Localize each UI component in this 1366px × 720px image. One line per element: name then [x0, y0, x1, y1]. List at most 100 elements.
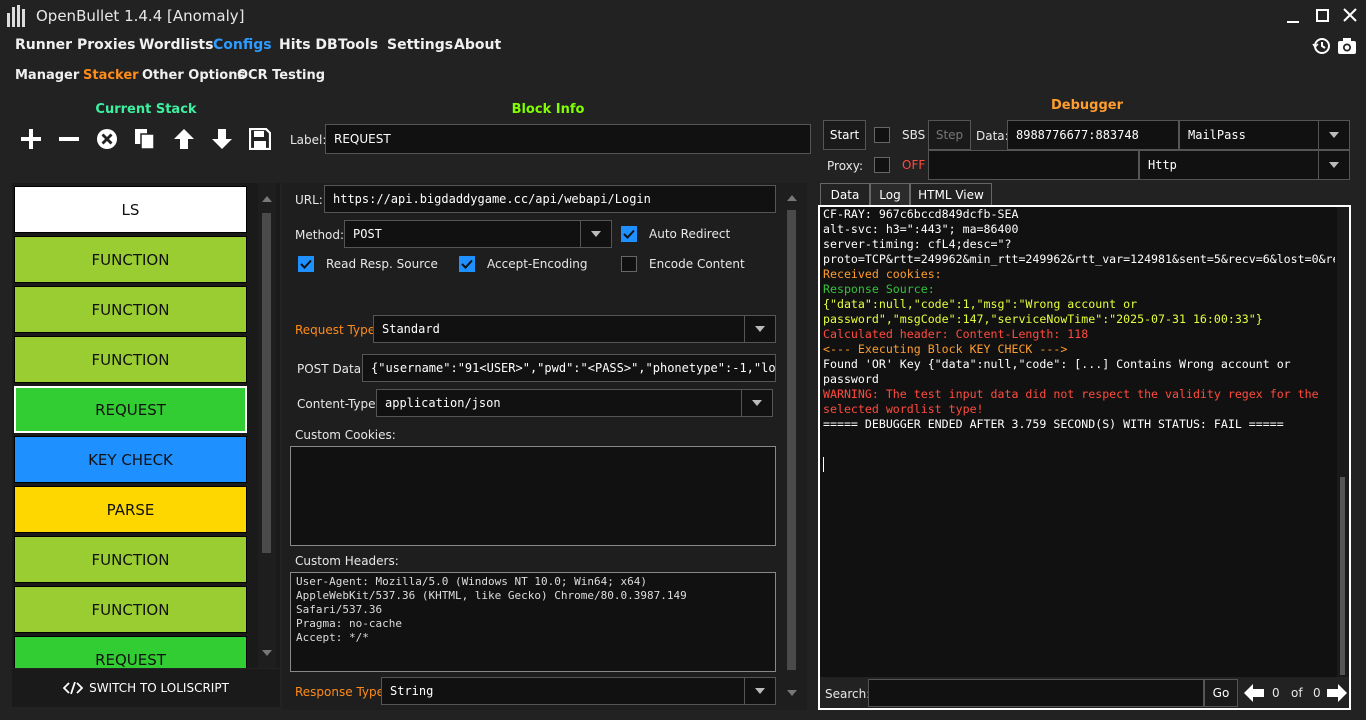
- stack-block[interactable]: LS: [14, 186, 247, 233]
- menu-tools[interactable]: Tools: [338, 37, 378, 53]
- move-down-icon: [212, 129, 232, 149]
- proxy-checkbox[interactable]: [874, 157, 890, 173]
- log-scrollbar[interactable]: [1337, 207, 1349, 677]
- submenu-ocr-testing[interactable]: OCR Testing: [237, 68, 325, 83]
- maximize-button[interactable]: [1309, 4, 1335, 28]
- accept-encoding-checkbox[interactable]: [459, 256, 475, 272]
- check-icon: [461, 259, 473, 269]
- tab-data[interactable]: Data: [820, 183, 870, 205]
- camera-icon[interactable]: [1336, 36, 1358, 56]
- wordlist-type-value: MailPass: [1188, 128, 1246, 142]
- submenu-stacker[interactable]: Stacker: [83, 68, 139, 83]
- log-line: CF-RAY: 967c6bccd849dcfb-SEA: [823, 207, 1019, 221]
- response-type-select[interactable]: String: [381, 677, 776, 705]
- stack-block[interactable]: KEY CHECK: [14, 436, 247, 483]
- proxy-input[interactable]: [928, 150, 1139, 180]
- method-select[interactable]: POST: [344, 220, 612, 248]
- sbs-label: SBS: [902, 128, 926, 142]
- proxy-type-select[interactable]: Http: [1139, 150, 1350, 180]
- debugger-title: Debugger: [1050, 98, 1123, 113]
- url-input[interactable]: https://api.bigdaddygame.cc/api/webapi/L…: [324, 185, 776, 213]
- tab-html-view[interactable]: HTML View: [910, 183, 992, 205]
- scroll-thumb[interactable]: [262, 213, 271, 553]
- scroll-down-icon[interactable]: [787, 690, 797, 696]
- minimize-button[interactable]: [1280, 4, 1306, 28]
- menu-runner[interactable]: Runner: [15, 37, 72, 53]
- custom-headers-textarea[interactable]: User-Agent: Mozilla/5.0 (Windows NT 10.0…: [290, 572, 776, 672]
- log-line: alt-svc: h3=":443"; ma=86400: [823, 222, 1019, 236]
- stack-block[interactable]: FUNCTION: [14, 586, 247, 633]
- submenu-other-options[interactable]: Other Options: [142, 68, 245, 83]
- history-icon[interactable]: [1311, 36, 1333, 56]
- match-of: of: [1291, 686, 1303, 700]
- current-stack-title: Current Stack: [95, 102, 197, 117]
- submenu-manager[interactable]: Manager: [15, 68, 79, 83]
- request-type-select[interactable]: Standard: [373, 315, 776, 343]
- log-line: Found 'OR' Key {"data":null,"code": [...…: [823, 357, 1298, 386]
- stack-block[interactable]: PARSE: [14, 486, 247, 533]
- wordlist-type-select[interactable]: MailPass: [1179, 120, 1350, 150]
- chevron-down-icon: [741, 390, 772, 416]
- stack-block[interactable]: FUNCTION: [14, 236, 247, 283]
- stack-block[interactable]: FUNCTION: [14, 286, 247, 333]
- response-type-value: String: [390, 684, 434, 698]
- menu-proxies[interactable]: Proxies: [77, 37, 135, 53]
- custom-headers-caption: Custom Headers:: [295, 554, 399, 568]
- method-value: POST: [353, 227, 382, 241]
- clear-blocks-button[interactable]: [92, 124, 122, 154]
- scroll-up-icon[interactable]: [262, 196, 272, 202]
- switch-to-loliscript-button[interactable]: SWITCH TO LOLISCRIPT: [12, 669, 280, 707]
- scroll-thumb[interactable]: [787, 210, 796, 670]
- block-stack-list: LS FUNCTION FUNCTION FUNCTION REQUEST KEY CHE…: [12, 183, 280, 668]
- encode-content-checkbox[interactable]: [621, 256, 637, 272]
- auto-redirect-checkbox[interactable]: [621, 226, 637, 242]
- stack-block[interactable]: FUNCTION: [14, 336, 247, 383]
- log-line: Received cookies:: [823, 267, 942, 281]
- close-button[interactable]: [1337, 4, 1363, 28]
- arrow-right-icon: [1327, 684, 1347, 702]
- menu-about[interactable]: About: [454, 37, 501, 53]
- menu-settings[interactable]: Settings: [387, 37, 453, 53]
- block-info-title: Block Info: [511, 102, 585, 117]
- move-down-button[interactable]: [207, 124, 237, 154]
- add-block-button[interactable]: [16, 124, 46, 154]
- log-output[interactable]: CF-RAY: 967c6bccd849dcfb-SEA alt-svc: h3=…: [823, 207, 1335, 475]
- url-caption: URL:: [295, 193, 323, 207]
- menu-hits-db[interactable]: Hits DB: [279, 37, 338, 53]
- scroll-up-icon[interactable]: [787, 195, 797, 201]
- request-type-caption: Request Type:: [295, 323, 380, 337]
- sbs-checkbox[interactable]: [874, 127, 890, 143]
- start-button[interactable]: Start: [823, 120, 866, 150]
- test-data-input[interactable]: 8988776677:883748: [1007, 120, 1179, 150]
- auto-redirect-label: Auto Redirect: [649, 227, 731, 241]
- scroll-thumb[interactable]: [1340, 477, 1345, 675]
- clone-block-button[interactable]: [130, 124, 160, 154]
- next-match-button[interactable]: [1326, 683, 1348, 703]
- stack-scrollbar[interactable]: [258, 183, 276, 668]
- stack-block[interactable]: REQUEST: [14, 636, 247, 668]
- app-logo-icon: [6, 5, 26, 27]
- clear-icon: [97, 129, 117, 149]
- code-icon: [63, 682, 84, 694]
- previous-match-button[interactable]: [1243, 683, 1265, 703]
- stack-block[interactable]: FUNCTION: [14, 536, 247, 583]
- move-up-button[interactable]: [169, 124, 199, 154]
- content-type-select[interactable]: application/json: [376, 389, 773, 417]
- menu-wordlists[interactable]: Wordlists: [139, 37, 213, 53]
- log-line: ===== DEBUGGER ENDED AFTER 3.759 SECOND(…: [823, 417, 1284, 431]
- log-panel: CF-RAY: 967c6bccd849dcfb-SEA alt-svc: h3=…: [818, 205, 1351, 710]
- menu-configs[interactable]: Configs: [213, 37, 272, 53]
- remove-block-button[interactable]: [54, 124, 84, 154]
- label-input[interactable]: REQUEST: [325, 124, 811, 154]
- log-search-input[interactable]: [868, 679, 1204, 707]
- search-go-button[interactable]: Go: [1204, 679, 1238, 707]
- step-button[interactable]: Step: [928, 120, 971, 150]
- save-config-button[interactable]: [245, 124, 275, 154]
- block-info-scrollbar[interactable]: [783, 190, 801, 704]
- post-data-input[interactable]: {"username":"91<USER>","pwd":"<PASS>","p…: [362, 354, 776, 382]
- custom-cookies-textarea[interactable]: [290, 446, 776, 546]
- read-resp-source-checkbox[interactable]: [298, 256, 314, 272]
- scroll-down-icon[interactable]: [262, 650, 272, 656]
- tab-log[interactable]: Log: [870, 183, 910, 205]
- stack-block[interactable]: REQUEST: [14, 386, 247, 433]
